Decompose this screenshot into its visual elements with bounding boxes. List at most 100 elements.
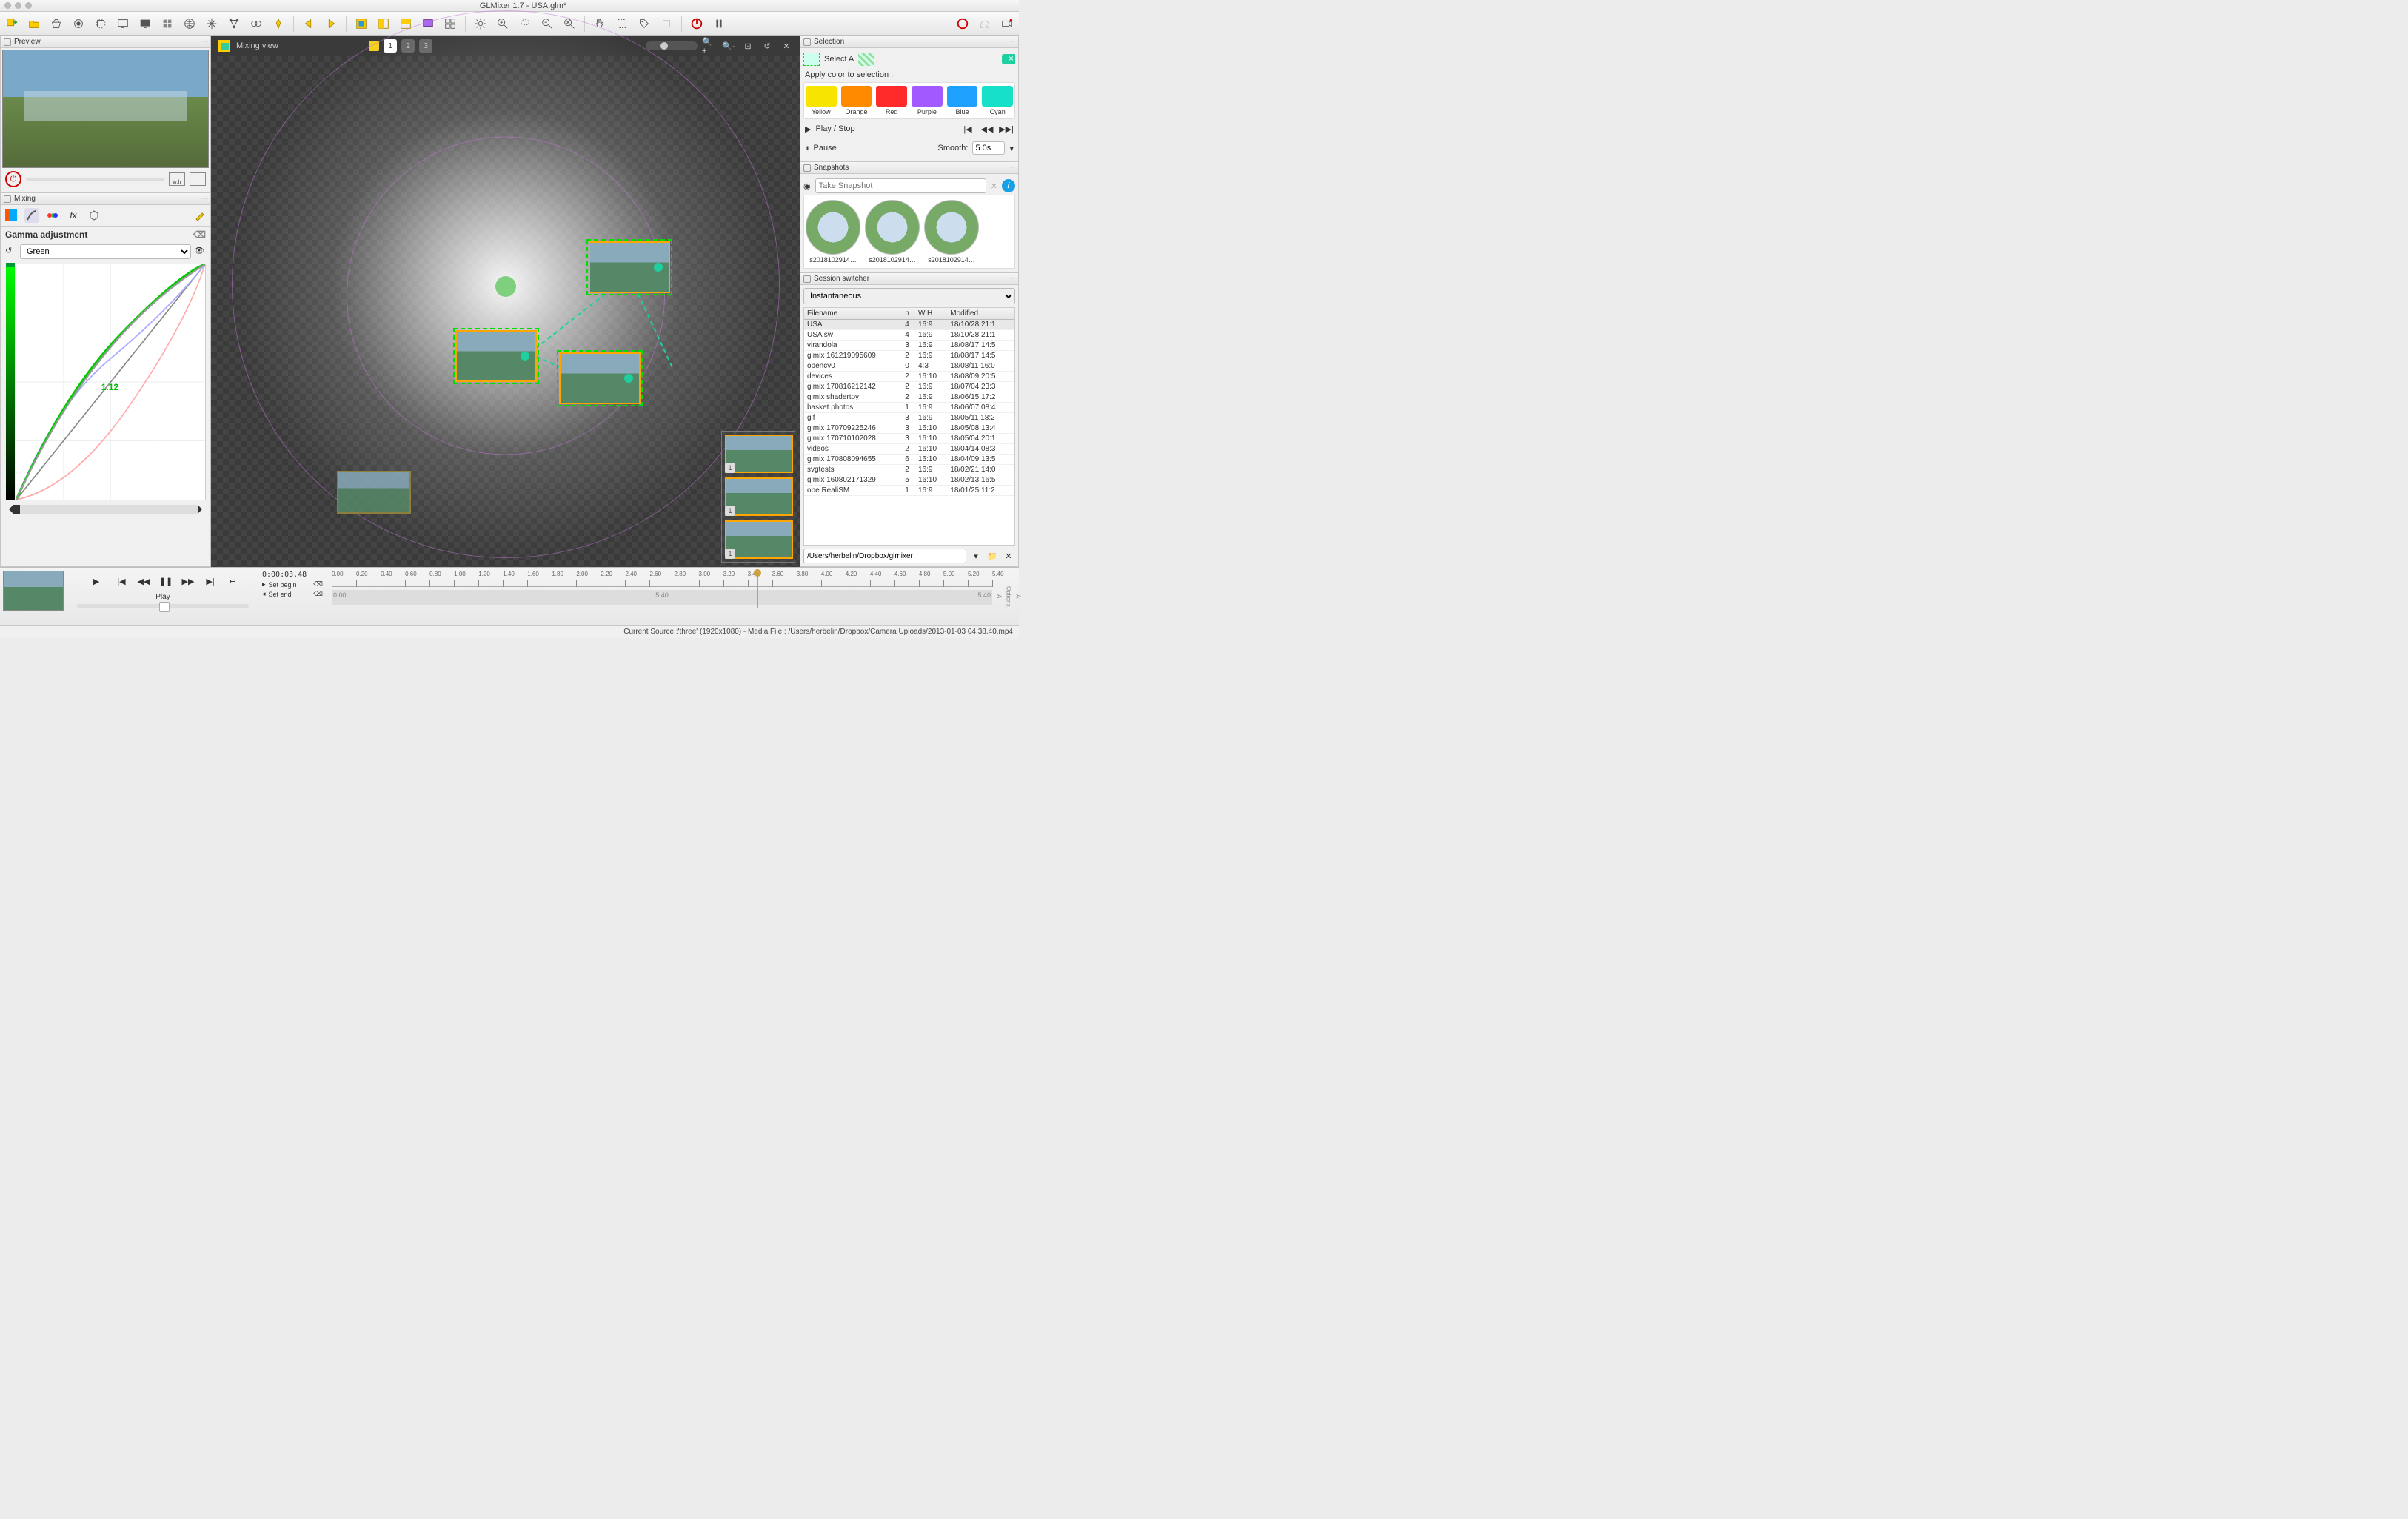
snapshot-name-input[interactable] [815,178,986,193]
pause-big-icon[interactable] [710,15,728,33]
record-icon[interactable] [954,15,971,33]
go-start-icon[interactable]: |◀ [114,574,129,589]
select-all-icon[interactable] [803,53,820,66]
zoom-out-view-icon[interactable]: 🔍- [721,38,736,53]
gamma-curve-editor[interactable]: 1.12 [16,264,206,500]
zoom-in-view-icon[interactable]: 🔍+ [702,38,717,53]
dock-icon[interactable] [803,38,811,46]
session-row[interactable]: devices216:1018/08/09 20:5 [804,372,1014,382]
tab-fx-icon[interactable]: fx [66,208,81,223]
monitor-icon[interactable] [136,15,154,33]
prev-icon[interactable] [300,15,318,33]
panel-close-icon[interactable]: ⋯ [1008,38,1015,46]
session-row[interactable]: opencv004:318/08/11 16:0 [804,361,1014,372]
basket-icon[interactable] [47,15,65,33]
loop-icon[interactable]: ↩ [225,574,240,589]
tag-icon[interactable] [635,15,653,33]
color-swatch-red[interactable]: Red [876,86,907,115]
playhead[interactable] [757,572,758,608]
folder-browse-icon[interactable]: 📁 [986,549,999,563]
speed-slider[interactable] [77,604,249,608]
fullscreen-icon[interactable] [190,172,206,186]
set-end-mark-icon[interactable]: ◂ [262,590,266,598]
gamma-clear-icon[interactable]: ⌫ [193,229,206,240]
mini-source-1[interactable]: 1 [725,435,793,473]
folder-remove-icon[interactable]: ✕ [1002,549,1015,563]
session-row[interactable]: glmix 170816212142216:918/07/04 23:3 [804,382,1014,392]
session-row[interactable]: glmix 170709225246316:1018/05/08 13:4 [804,423,1014,434]
session-row[interactable]: basket photos116:918/06/07 08:4 [804,403,1014,413]
tab-color-icon[interactable] [4,208,19,223]
panel-close-icon[interactable]: ⋯ [1008,275,1015,283]
tab-plugin-icon[interactable] [87,208,101,223]
zoom-fit-view-icon[interactable]: ⊡ [740,38,755,53]
source-thumb-4[interactable] [337,471,411,514]
new-source-icon[interactable] [3,15,21,33]
marker-yellow-icon[interactable] [270,15,287,33]
session-row[interactable]: virandola316:918/08/17 14:5 [804,341,1014,351]
folder-dropdown-icon[interactable]: ▾ [969,549,983,563]
select-pattern-icon[interactable] [858,53,874,66]
session-row[interactable]: glmix 170710102028316:1018/05/04 20:1 [804,434,1014,444]
pause-button[interactable]: ❚❚ [158,574,173,589]
snapshot-delete-icon[interactable]: ✕ [991,181,997,191]
network-icon[interactable] [225,15,243,33]
pause-icon[interactable]: ⏸ [805,144,809,153]
preview-alpha-slider[interactable] [26,178,164,181]
layout-b-icon[interactable] [375,15,392,33]
session-mode-select[interactable]: Instantaneous [803,288,1015,304]
zoom-slider[interactable] [646,41,698,50]
globe-icon[interactable] [181,15,198,33]
smooth-input[interactable] [972,141,1005,155]
window-controls[interactable] [4,2,32,9]
clear-begin-icon[interactable]: ⌫ [313,580,323,589]
session-table[interactable]: FilenamenW:HModified USA416:918/10/28 21… [804,308,1014,496]
skip-back-icon[interactable]: |◀ [960,122,975,135]
color-swatch-purple[interactable]: Purple [912,86,943,115]
clear-selection-button[interactable] [1002,54,1015,64]
panel-close-icon[interactable]: ⋯ [1008,164,1015,172]
session-row[interactable]: svgtests216:918/02/21 14:0 [804,465,1014,475]
panel-close-icon[interactable]: ⋯ [200,195,207,203]
source-thumb-1[interactable] [589,241,670,293]
color-swatch-cyan[interactable]: Cyan [982,86,1013,115]
tab-levels-icon[interactable] [45,208,60,223]
play-button[interactable]: ▶ [86,571,107,591]
current-source-thumb[interactable] [3,571,64,611]
mini-source-2[interactable]: 1 [725,477,793,516]
session-row[interactable]: videos216:1018/04/14 08:3 [804,444,1014,455]
session-row[interactable]: glmix 170808094655616:1018/04/09 13:5 [804,455,1014,465]
dock-icon[interactable] [4,38,11,46]
color-swatch-orange[interactable]: Orange [841,86,872,115]
zoom-reset-view-icon[interactable]: ↺ [760,38,775,53]
gamma-channel-select[interactable]: Green [20,244,191,259]
aperture-icon[interactable]: ◉ [803,181,811,191]
camera-record-icon[interactable] [998,15,1016,33]
timeline-bar[interactable]: 0.00 5.40 5.40 [332,590,992,605]
slider-right-arrow-icon[interactable] [198,506,206,513]
forward-icon[interactable]: ▶▶| [999,122,1014,135]
snapshot-item-0[interactable]: s2018102914… [806,200,860,264]
gamma-visible-icon[interactable]: 👁 [194,246,206,258]
go-end-icon[interactable]: ▶| [203,574,218,589]
mixing-view-canvas[interactable]: Mixing view 1 2 3 🔍+ 🔍- ⊡ ↺ ✕ [211,36,800,567]
dock-icon[interactable] [4,195,11,203]
session-row[interactable]: glmix 160802171329516:1018/02/13 16:5 [804,475,1014,486]
gamma-reset-icon[interactable]: ↺ [5,246,17,258]
open-file-icon[interactable] [25,15,43,33]
mini-source-3[interactable]: 1 [725,520,793,559]
session-row[interactable]: USA416:918/10/28 21:1 [804,320,1014,330]
slider-left-arrow-icon[interactable] [5,506,13,513]
dock-icon[interactable] [803,164,811,172]
side-label-options[interactable]: Options [1006,586,1012,607]
display-icon[interactable] [114,15,132,33]
color-swatch-yellow[interactable]: Yellow [806,86,837,115]
preview-power-button[interactable]: ⏻ [5,171,21,187]
dock-icon[interactable] [803,275,811,283]
zoom-clear-view-icon[interactable]: ✕ [779,38,794,53]
play-stop-icon[interactable]: ▶ [805,124,811,134]
tab-brush-icon[interactable] [193,208,207,223]
session-row[interactable]: obe RealiSM116:918/01/25 11:2 [804,486,1014,496]
tab-gamma-icon[interactable] [24,208,39,223]
source-thumb-3[interactable] [559,352,641,404]
